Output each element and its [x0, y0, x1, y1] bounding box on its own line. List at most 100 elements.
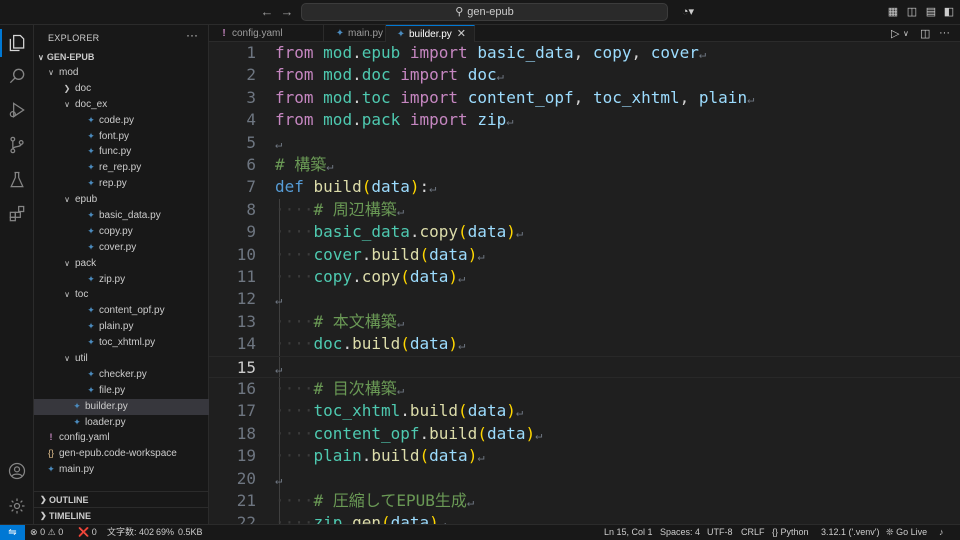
python-file-icon: ✦ [87, 130, 95, 141]
code-token: ) [448, 334, 459, 354]
close-icon[interactable]: ✕ [457, 26, 466, 43]
tree-item-label: doc_ex [75, 98, 108, 110]
problems-status[interactable]: ⊗ 0 ⚠ 0 [30, 525, 63, 540]
arrow-right-icon[interactable]: → [279, 4, 295, 20]
file-item[interactable]: ✦ content_opf.py [34, 303, 209, 319]
line-number: 15 [236, 357, 256, 377]
code-token: basic_data [313, 222, 410, 242]
tab-builder-py[interactable]: ✦ builder.py ✕ [386, 25, 475, 43]
folder-item[interactable]: ∨ doc_ex [34, 97, 209, 113]
folder-item[interactable]: ∨ toc [34, 287, 209, 303]
gear-icon[interactable] [0, 490, 34, 522]
tab-config-yaml[interactable]: ! config.yaml [209, 25, 324, 42]
line-ending[interactable]: CRLF [741, 525, 765, 540]
more-actions-icon[interactable]: ··· [186, 28, 198, 42]
outline-section[interactable]: ❯ OUTLINE [34, 491, 209, 507]
more-actions-icon[interactable]: ··· [939, 27, 950, 39]
command-center-search[interactable]: ⚲ gen-epub [301, 3, 668, 21]
file-item[interactable]: ✦ cover.py [34, 240, 209, 256]
remote-indicator-icon[interactable]: ⇋ [0, 525, 25, 540]
extensions-icon[interactable] [0, 198, 34, 230]
python-file-icon: ✦ [87, 368, 95, 379]
tab-label: builder.py [409, 29, 452, 40]
code-token: build [371, 446, 420, 466]
customize-layout-icon[interactable]: ▦ [886, 5, 900, 19]
search-icon[interactable] [0, 60, 34, 92]
broadcast-icon: ❌ [78, 527, 90, 537]
file-item[interactable]: ✦ main.py [34, 462, 209, 478]
toggle-secondary-sidebar-icon[interactable]: ◧ [942, 5, 956, 19]
python-file-icon: ✦ [87, 384, 95, 395]
file-item[interactable]: ✦ builder.py [34, 398, 209, 415]
ports-status[interactable]: ❌ 0 [78, 525, 97, 540]
indentation[interactable]: Spaces: 4 [660, 525, 700, 540]
file-item[interactable]: ✦ plain.py [34, 319, 209, 335]
folder-item[interactable]: ∨ epub [34, 192, 209, 208]
error-icon: ⊗ [30, 527, 38, 537]
file-item[interactable]: ✦ file.py [34, 383, 209, 399]
go-live-label: Go Live [896, 527, 928, 537]
run-debug-icon[interactable] [0, 94, 34, 126]
chevron-down-icon[interactable]: ∨ [903, 29, 909, 38]
file-item[interactable]: ✦ copy.py [34, 224, 209, 240]
code-token: ···· [275, 513, 314, 524]
folder-item[interactable]: ∨ mod [34, 65, 209, 81]
workspace-root[interactable]: ∨ GEN-EPUB [38, 52, 94, 62]
folder-item[interactable]: ∨ pack [34, 256, 209, 272]
run-python-file-icon[interactable]: ▷ [891, 27, 899, 40]
language-mode[interactable]: {} Python [772, 525, 809, 540]
tree-item-label: plain.py [99, 321, 134, 333]
file-item[interactable]: ! config.yaml [34, 430, 209, 446]
code-line: 17 ····toc_xhtml.build(data)↵ [209, 400, 960, 422]
code-line: 4 from mod.pack import zip↵ [209, 109, 960, 131]
ports-count: 0 [91, 527, 97, 537]
testing-icon[interactable] [0, 164, 34, 196]
file-item[interactable]: ✦ loader.py [34, 415, 209, 431]
folder-item[interactable]: ❯ doc [34, 81, 209, 97]
copilot-icon[interactable]: ◔▾ [677, 5, 699, 19]
tree-item-label: doc [75, 82, 92, 94]
bell-icon[interactable]: ♪ [939, 525, 944, 540]
encoding[interactable]: UTF-8 [707, 525, 733, 540]
source-control-icon[interactable] [0, 129, 34, 161]
python-interpreter[interactable]: 3.12.1 ('.venv') [821, 525, 879, 540]
file-item[interactable]: {} gen-epub.code-workspace [34, 446, 209, 462]
code-token: ( [400, 267, 410, 286]
code-token: toc_xhtml [313, 401, 401, 421]
code-editor[interactable]: 1 from mod.epub import basic_data, copy, … [209, 42, 960, 524]
toggle-primary-sidebar-icon[interactable]: ◫ [905, 5, 919, 19]
char-count: 文字数: 402 [107, 527, 155, 537]
code-text: ····content_opf.build(data)↵ [275, 423, 542, 446]
file-item[interactable]: ✦ toc_xhtml.py [34, 335, 209, 351]
folder-item[interactable]: ∨ util [34, 351, 209, 367]
code-token: cover [650, 43, 699, 62]
file-item[interactable]: ✦ basic_data.py [34, 208, 209, 224]
file-item[interactable]: ✦ zip.py [34, 272, 209, 288]
chevron-down-icon: ∨ [64, 258, 70, 268]
timeline-section[interactable]: ❯ TIMELINE [34, 507, 209, 523]
code-text: from mod.epub import basic_data, copy, c… [275, 42, 706, 65]
file-item[interactable]: ✦ checker.py [34, 367, 209, 383]
code-text: ····doc.build(data)↵ [275, 333, 465, 356]
file-item[interactable]: ✦ func.py [34, 144, 209, 160]
tab-main-py[interactable]: ✦ main.py [325, 25, 386, 42]
code-line: 19 ····plain.build(data)↵ [209, 445, 960, 467]
arrow-left-icon[interactable]: ← [259, 4, 275, 20]
code-token: . [342, 513, 353, 524]
toggle-panel-icon[interactable]: ▤ [924, 5, 938, 19]
tree-item-label: loader.py [85, 416, 126, 428]
cursor-position[interactable]: Ln 15, Col 1 [604, 525, 653, 540]
explorer-icon[interactable] [0, 27, 34, 59]
split-editor-icon[interactable]: ◫ [920, 27, 930, 40]
python-file-icon: ✦ [87, 241, 95, 252]
go-live-button[interactable]: ❊ Go Live [886, 525, 927, 540]
file-item[interactable]: ✦ font.py [34, 129, 209, 145]
file-item[interactable]: ✦ re_rep.py [34, 160, 209, 176]
account-icon[interactable] [0, 455, 34, 487]
file-item[interactable]: ✦ code.py [34, 113, 209, 129]
code-token: # 本文構築 [313, 311, 397, 331]
file-item[interactable]: ✦ rep.py [34, 176, 209, 192]
code-line: 1 from mod.epub import basic_data, copy, … [209, 42, 960, 64]
